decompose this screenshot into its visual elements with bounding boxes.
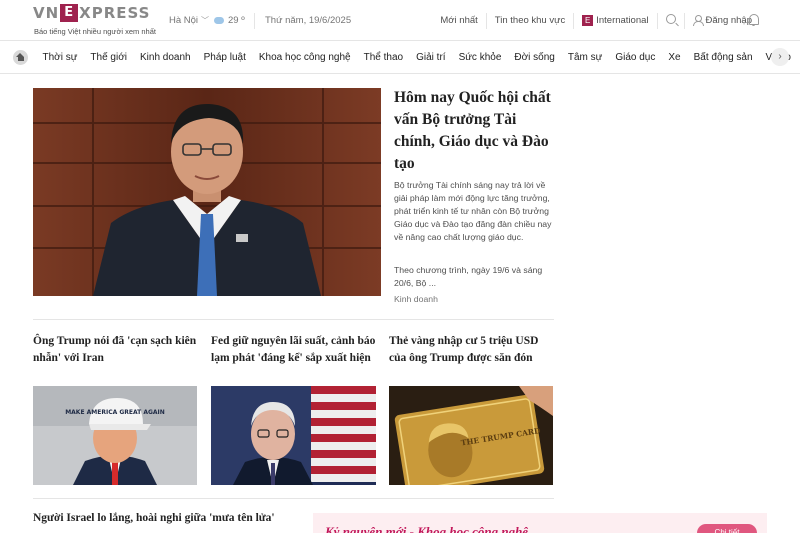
category-nav: Thời sự Thế giới Kinh doanh Pháp luật Kh… [0, 41, 800, 74]
search-icon [665, 14, 676, 24]
top-header: VN E XPRESS Báo tiếng Việt nhiều người xem… [0, 0, 800, 41]
user-icon [692, 15, 704, 27]
latest-news-link[interactable]: Mới nhất [432, 15, 485, 26]
vnexpress-logo[interactable]: VN E XPRESS Báo tiếng Việt nhiều người xem… [33, 4, 156, 38]
logo-e-mark: E [60, 4, 79, 22]
hero-extra-text: Theo chương trình, ngày 19/6 và sáng 20/… [394, 265, 543, 288]
nav-item-giao-duc[interactable]: Giáo dục [609, 52, 662, 63]
international-label: International [596, 15, 649, 26]
nav-item-the-gioi[interactable]: Thế giới [84, 52, 134, 63]
nav-item-phap-luat[interactable]: Pháp luật [197, 52, 252, 63]
location-selector[interactable]: Hà Nội ﹀ [169, 0, 209, 41]
card-image[interactable]: MAKE AMERICA GREAT AGAIN [33, 386, 197, 485]
nav-item-bat-dong-san[interactable]: Bất động sản [687, 52, 759, 63]
logo-wordmark: VN E XPRESS [33, 4, 150, 22]
card-title[interactable]: Ông Trump nói đã 'cạn sạch kiên nhẫn' vớ… [33, 333, 201, 366]
banner-button[interactable]: Chi tiết [697, 524, 757, 533]
card-photo: THE TRUMP CARD [389, 386, 553, 485]
card-title[interactable]: Thẻ vàng nhập cư 5 triệu USD của ông Tru… [389, 333, 554, 366]
local-news-link[interactable]: Tin theo khu vực [487, 15, 573, 26]
cap-slogan: MAKE AMERICA GREAT AGAIN [65, 409, 165, 416]
card-photo: MAKE AMERICA GREAT AGAIN [33, 386, 197, 485]
bottom-article-title[interactable]: Người Israel lo lắng, hoài nghi giữa 'mư… [33, 512, 275, 524]
section-divider [33, 319, 554, 320]
hero-title[interactable]: Hôm nay Quốc hội chất vấn Bộ trưởng Tài … [394, 87, 559, 175]
nav-item-the-thao[interactable]: Thể thao [357, 52, 409, 63]
card-image[interactable] [211, 386, 376, 485]
card-title[interactable]: Fed giữ nguyên lãi suất, cảnh báo lạm ph… [211, 333, 379, 366]
nav-item-tam-su[interactable]: Tâm sự [561, 52, 608, 63]
logo-text-left: VN [33, 4, 60, 22]
current-date: Thứ năm, 19/6/2025 [265, 15, 352, 26]
chevron-right-icon[interactable]: › [771, 48, 789, 66]
banner-text: Kỷ nguyên mới - Khoa học công nghệ [325, 524, 529, 533]
hero-category-link[interactable]: Kinh doanh [394, 294, 438, 304]
cloud-icon [214, 17, 224, 24]
nav-item-xe[interactable]: Xe [662, 52, 687, 63]
international-link[interactable]: E International [574, 14, 656, 26]
search-button[interactable] [658, 14, 684, 27]
header-links: Mới nhất Tin theo khu vực E International… [432, 0, 760, 41]
international-icon: E [582, 14, 594, 26]
header-divider [254, 0, 255, 41]
section-divider [33, 498, 554, 499]
logo-tagline: Báo tiếng Việt nhiều người xem nhất [34, 27, 156, 36]
hero-photo [33, 88, 381, 296]
location-label: Hà Nội [169, 15, 199, 26]
hero-image[interactable] [33, 88, 381, 296]
nav-item-doi-song[interactable]: Đời sống [508, 52, 561, 63]
hero-description: Bộ trưởng Tài chính sáng nay trả lời về … [394, 180, 552, 242]
weather-widget: 29 º [214, 0, 245, 41]
chevron-down-icon: ﹀ [201, 16, 210, 25]
bell-icon[interactable] [748, 14, 759, 26]
nav-item-suc-khoe[interactable]: Sức khỏe [452, 52, 508, 63]
card-image[interactable]: THE TRUMP CARD [389, 386, 553, 485]
promo-banner[interactable]: Kỷ nguyên mới - Khoa học công nghệ Chi t… [313, 513, 767, 533]
nav-item-kinh-doanh[interactable]: Kinh doanh [134, 52, 198, 63]
temperature: 29 º [228, 15, 245, 26]
nav-item-thoi-su[interactable]: Thời sự [36, 52, 84, 63]
nav-item-khoa-hoc-cong-nghe[interactable]: Khoa học công nghệ [252, 52, 357, 63]
login-label: Đăng nhập [705, 15, 752, 26]
logo-text-right: XPRESS [79, 4, 151, 22]
home-icon[interactable] [13, 49, 28, 65]
nav-item-giai-tri[interactable]: Giải trí [410, 52, 452, 63]
card-photo [211, 386, 376, 485]
